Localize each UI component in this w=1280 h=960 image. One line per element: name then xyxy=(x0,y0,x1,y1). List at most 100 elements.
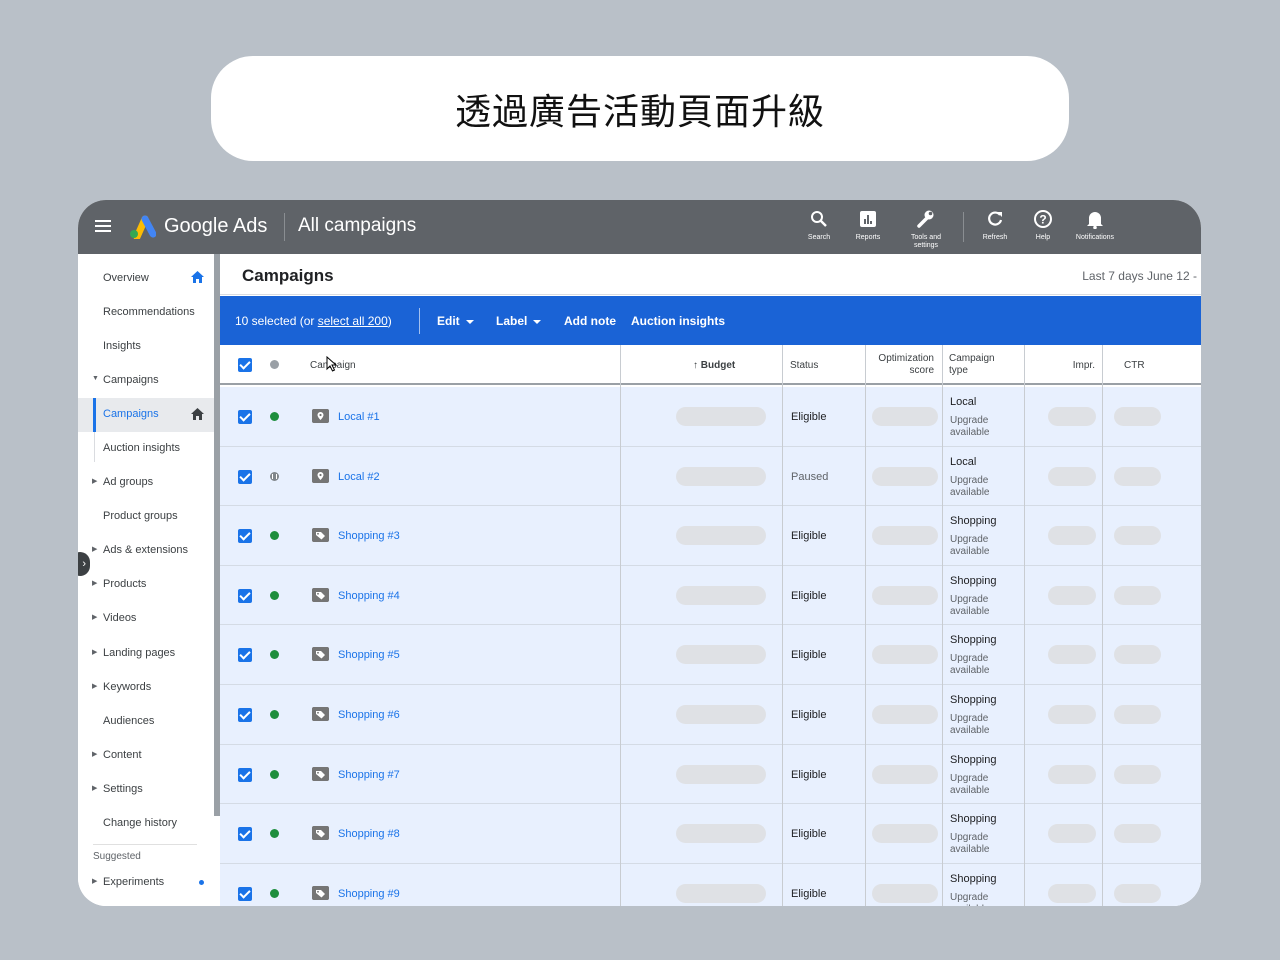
row-checkbox[interactable] xyxy=(238,767,252,782)
sidebar-item-audiences[interactable]: Audiences xyxy=(78,708,214,734)
upgrade-available-text[interactable]: Upgrade available xyxy=(950,713,1010,737)
table-row[interactable]: Local #2 Paused Local Upgrade available xyxy=(220,446,1201,507)
table-row[interactable]: Shopping #5 Eligible Shopping Upgrade avail… xyxy=(220,625,1201,685)
budget-placeholder xyxy=(676,645,766,665)
campaign-name-link[interactable]: Local #1 xyxy=(338,411,380,423)
impr-placeholder xyxy=(1048,466,1096,486)
upgrade-available-text[interactable]: Upgrade available xyxy=(950,475,1010,499)
table-row[interactable]: Shopping #6 Eligible Shopping Upgrade avail… xyxy=(220,685,1201,745)
label-button[interactable]: Label xyxy=(496,314,542,328)
sidebar-item-ad-groups[interactable]: ▶ Ad groups xyxy=(78,469,214,495)
expand-right-icon: ▶ xyxy=(92,785,98,792)
sidebar-item-change-history[interactable]: Change history xyxy=(78,810,214,836)
campaign-name-link[interactable]: Shopping #4 xyxy=(338,590,400,602)
campaign-type-text: Shopping xyxy=(950,634,997,647)
campaign-name-link[interactable]: Shopping #8 xyxy=(338,828,400,840)
refresh-tool[interactable]: Refresh xyxy=(976,208,1014,242)
add-note-button[interactable]: Add note xyxy=(564,314,616,328)
app-window: Google Ads All campaigns Search Reports … xyxy=(78,200,1201,906)
bell-icon xyxy=(1087,212,1103,229)
sidebar-item-ads-extensions[interactable]: ▶ Ads & extensions xyxy=(78,537,214,563)
table-row[interactable]: Shopping #7 Eligible Shopping Upgrade avail… xyxy=(220,744,1201,805)
menu-icon[interactable] xyxy=(95,220,111,232)
sidebar-nav: Overview Recommendations Insights ▼ Camp… xyxy=(78,254,214,906)
sidebar-item-videos[interactable]: ▶ Videos xyxy=(78,605,214,631)
table-row[interactable]: Local #1 Eligible Local Upgrade available xyxy=(220,387,1201,447)
col-impressions[interactable]: Impr. xyxy=(1058,360,1095,371)
upgrade-available-text[interactable]: Upgrade available xyxy=(950,415,1010,439)
upgrade-available-text[interactable]: Upgrade available xyxy=(950,653,1010,677)
enabled-status-icon[interactable] xyxy=(270,888,279,898)
impr-placeholder xyxy=(1048,407,1096,426)
campaign-name-link[interactable]: Shopping #7 xyxy=(338,769,400,781)
campaign-name-link[interactable]: Local #2 xyxy=(338,471,380,483)
row-checkbox[interactable] xyxy=(238,588,252,603)
budget-placeholder xyxy=(676,883,766,903)
impr-placeholder xyxy=(1048,883,1096,903)
sidebar-item-recommendations[interactable]: Recommendations xyxy=(78,299,214,325)
campaign-type-text: Local xyxy=(950,396,977,408)
reports-tool[interactable]: Reports xyxy=(848,208,888,242)
sidebar-item-products[interactable]: ▶ Products xyxy=(78,571,214,597)
col-status[interactable]: Status xyxy=(790,360,818,371)
google-ads-logo-icon[interactable] xyxy=(128,213,156,239)
sidebar-item-label: Campaigns xyxy=(103,408,159,420)
enabled-status-icon[interactable] xyxy=(270,829,279,839)
upgrade-available-text[interactable]: Upgrade available xyxy=(950,773,1010,797)
campaign-name-link[interactable]: Shopping #5 xyxy=(338,649,400,661)
sidebar-item-landing-pages[interactable]: ▶ Landing pages xyxy=(78,640,214,666)
row-checkbox[interactable] xyxy=(238,886,252,901)
upgrade-available-text[interactable]: Upgrade available xyxy=(950,594,1010,618)
col-budget[interactable]: ↑ Budget xyxy=(693,360,735,371)
select-all-link[interactable]: select all 200 xyxy=(318,314,388,328)
campaign-name-link[interactable]: Shopping #9 xyxy=(338,888,400,900)
sidebar-item-overview[interactable]: Overview xyxy=(78,265,214,291)
reports-tool-label: Reports xyxy=(855,234,881,241)
campaign-type-text: Shopping xyxy=(950,694,997,706)
row-checkbox[interactable] xyxy=(238,708,252,722)
sidebar-item-product-groups[interactable]: Product groups xyxy=(78,503,214,529)
search-tool[interactable]: Search xyxy=(800,208,838,242)
sidebar-item-campaigns[interactable]: Campaigns xyxy=(78,398,214,432)
sidebar-item-keywords[interactable]: ▶ Keywords xyxy=(78,674,214,700)
col-campaign-type[interactable]: Campaign type xyxy=(949,353,995,377)
table-row[interactable]: Shopping #4 Eligible Shopping Upgrade avail… xyxy=(220,565,1201,626)
row-checkbox[interactable] xyxy=(238,469,252,484)
sidebar-item-settings[interactable]: ▶ Settings xyxy=(78,776,214,802)
table-row[interactable]: Shopping #8 Eligible Shopping Upgrade avail… xyxy=(220,804,1201,864)
date-range-selector[interactable]: Last 7 days June 12 - xyxy=(1082,269,1197,283)
row-checkbox[interactable] xyxy=(238,827,252,842)
paused-status-icon[interactable] xyxy=(270,471,279,481)
table-row[interactable]: Shopping #3 Eligible Shopping Upgrade avail… xyxy=(220,506,1201,566)
col-ctr[interactable]: CTR xyxy=(1124,360,1145,371)
edit-button[interactable]: Edit xyxy=(437,314,474,328)
enabled-status-icon[interactable] xyxy=(270,710,279,719)
notifications-tool[interactable]: Notifications xyxy=(1070,208,1120,242)
budget-placeholder xyxy=(676,764,766,784)
sidebar-item-content[interactable]: ▶ Content xyxy=(78,742,214,768)
col-optimization-score[interactable]: Optimization score xyxy=(870,353,934,377)
enabled-status-icon[interactable] xyxy=(270,590,279,600)
sidebar-item-insights[interactable]: Insights xyxy=(78,333,214,359)
row-checkbox[interactable] xyxy=(238,648,252,663)
auction-insights-button[interactable]: Auction insights xyxy=(631,314,725,328)
sidebar-item-experiments[interactable]: ▶ Experiments xyxy=(78,869,214,895)
enabled-status-icon[interactable] xyxy=(270,531,279,541)
upgrade-available-text[interactable]: Upgrade available xyxy=(950,534,1010,558)
enabled-status-icon[interactable] xyxy=(270,769,279,779)
tools-settings-tool[interactable]: Tools and settings xyxy=(904,208,948,250)
select-all-checkbox[interactable] xyxy=(238,358,252,372)
sidebar-item-campaigns-group[interactable]: ▼ Campaigns xyxy=(78,367,214,393)
sidebar-item-auction-insights[interactable]: Auction insights xyxy=(78,435,214,461)
enabled-status-icon[interactable] xyxy=(270,650,279,660)
campaign-name-link[interactable]: Shopping #3 xyxy=(338,530,400,542)
help-tool[interactable]: ? Help xyxy=(1026,208,1060,242)
enabled-status-icon[interactable] xyxy=(270,412,279,421)
search-tool-label: Search xyxy=(807,234,831,241)
upgrade-available-text[interactable]: Upgrade available xyxy=(950,892,1010,906)
table-row[interactable]: Shopping #9 Eligible Shopping Upgrade avail… xyxy=(220,863,1201,906)
campaign-name-link[interactable]: Shopping #6 xyxy=(338,709,400,721)
upgrade-available-text[interactable]: Upgrade available xyxy=(950,832,1010,856)
row-checkbox[interactable] xyxy=(238,410,252,424)
row-checkbox[interactable] xyxy=(238,529,252,544)
